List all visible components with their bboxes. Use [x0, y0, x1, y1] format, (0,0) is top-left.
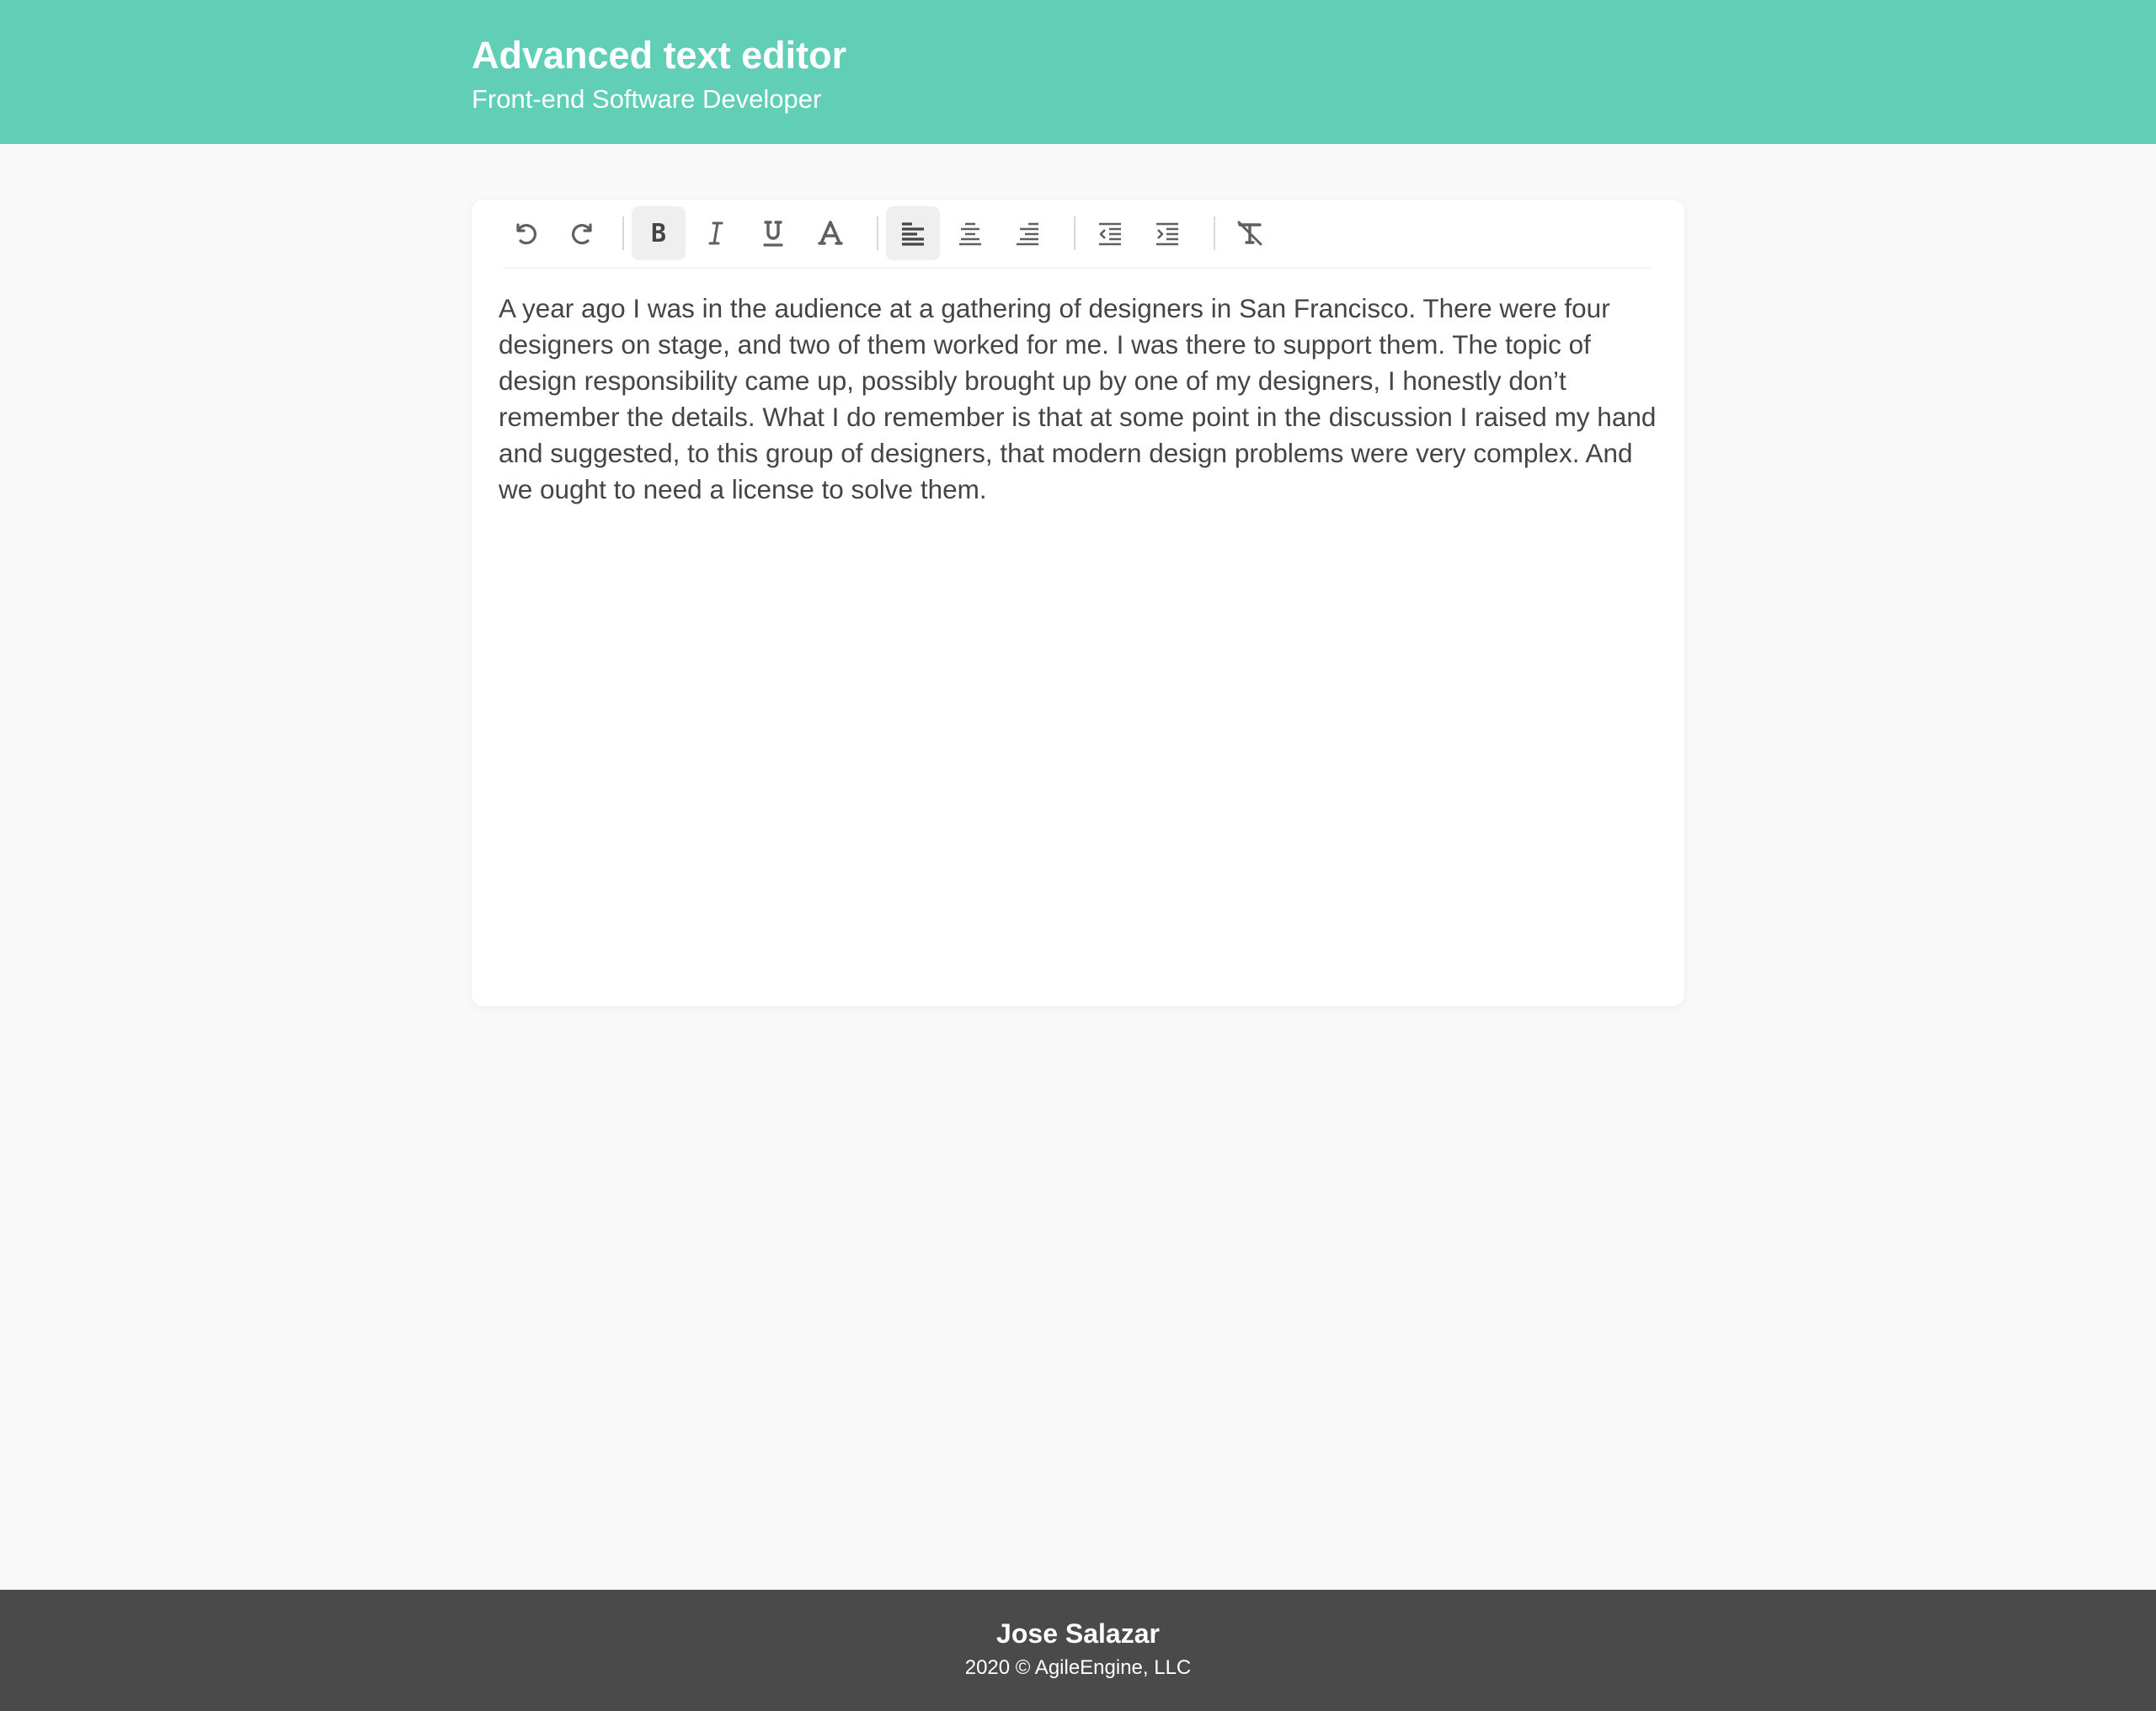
- undo-button[interactable]: [499, 206, 552, 260]
- outdent-button[interactable]: [1083, 206, 1137, 260]
- clear-formatting-button[interactable]: [1223, 206, 1277, 260]
- align-center-button[interactable]: [943, 206, 997, 260]
- header: Advanced text editor Front-end Software …: [0, 0, 2156, 144]
- editor-toolbar: B: [499, 200, 1657, 267]
- undo-icon: [516, 223, 537, 245]
- underline-icon: [763, 221, 783, 247]
- redo-button[interactable]: [556, 206, 610, 260]
- page-subtitle: Front-end Software Developer: [472, 84, 822, 114]
- indent-button[interactable]: [1140, 206, 1194, 260]
- align-right-button[interactable]: [1001, 206, 1054, 260]
- copyright-text: 2020 © AgileEngine, LLC: [964, 1656, 1192, 1679]
- clear-formatting-icon: [1237, 221, 1262, 246]
- outdent-icon: [1099, 222, 1121, 246]
- bold-button[interactable]: B: [632, 206, 686, 260]
- font-color-button[interactable]: [803, 206, 857, 260]
- italic-button[interactable]: [689, 206, 743, 260]
- page: Advanced text editor Front-end Software …: [0, 0, 2156, 1711]
- align-left-button[interactable]: [886, 206, 940, 260]
- font-color-icon: [818, 221, 843, 245]
- editor-text-area[interactable]: A year ago I was in the audience at a ga…: [499, 290, 1657, 508]
- bold-icon: B: [651, 219, 666, 248]
- align-right-icon: [1017, 222, 1038, 246]
- toolbar-divider: [622, 216, 624, 250]
- svg-text:B: B: [651, 219, 666, 248]
- redo-icon: [571, 223, 592, 245]
- footer: Jose Salazar 2020 © AgileEngine, LLC: [0, 1590, 2156, 1711]
- author-name: Jose Salazar: [996, 1618, 1160, 1649]
- toolbar-divider: [877, 216, 878, 250]
- editor-card: B A year ago I was in the audience at a …: [472, 200, 1684, 1006]
- indent-icon: [1156, 222, 1178, 246]
- toolbar-divider: [1214, 216, 1215, 250]
- toolbar-divider: [1074, 216, 1075, 250]
- page-title: Advanced text editor: [472, 34, 847, 77]
- align-center-icon: [959, 222, 981, 246]
- italic-icon: [708, 221, 723, 245]
- underline-button[interactable]: [746, 206, 800, 260]
- align-left-icon: [902, 222, 924, 246]
